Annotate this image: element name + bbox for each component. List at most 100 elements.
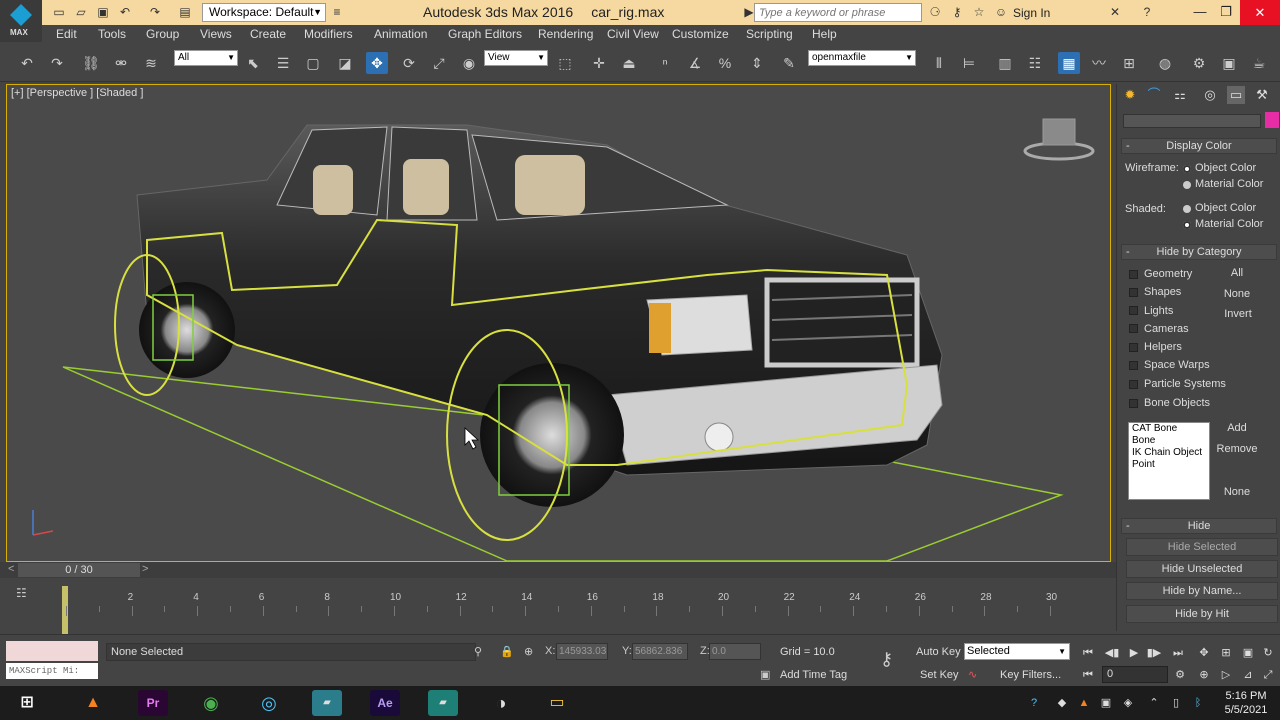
menu-customize[interactable]: Customize (672, 27, 729, 41)
material-editor-icon[interactable]: ◍ (1154, 52, 1176, 74)
render-production-icon[interactable]: ☕ (1248, 52, 1270, 74)
go-to-end-icon[interactable]: ⏭ (1170, 645, 1186, 661)
set-key-button[interactable]: Set Key (920, 669, 959, 681)
3dsmax-taskbar-icon[interactable]: ▰ (312, 690, 342, 716)
track-bar[interactable]: ☷ 2 4 6 8 10 12 14 16 18 20 22 24 26 28 30 (0, 578, 1116, 634)
undo-icon[interactable]: ↶ (118, 5, 132, 19)
display-tab-icon[interactable]: ▭ (1227, 86, 1245, 104)
bluetooth-icon[interactable]: ᛒ (1190, 695, 1206, 711)
rectangular-selection-icon[interactable]: ▢ (302, 52, 324, 74)
zoom-extents-icon[interactable]: ⊞ (1218, 645, 1234, 661)
x-coord-field[interactable]: 145933.03 (556, 643, 608, 660)
hide-rollout[interactable]: - Hide (1121, 518, 1277, 534)
hide-selected-button[interactable]: Hide Selected (1126, 538, 1278, 556)
system-clock[interactable]: 5:16 PM 5/5/2021 (1218, 689, 1274, 717)
current-frame-marker[interactable] (62, 586, 68, 634)
menu-scripting[interactable]: Scripting (746, 27, 793, 41)
time-tag-icon[interactable]: ▣ (760, 668, 770, 681)
y-coord-field[interactable]: 56862.836 (632, 643, 688, 660)
layer-manager-icon[interactable]: ☷ (1024, 52, 1046, 74)
open-file-icon[interactable]: ▱ (74, 5, 88, 19)
maximize-button[interactable]: ❐ (1214, 2, 1238, 22)
maya-icon[interactable]: ▰ (428, 690, 458, 716)
curve-editor-icon[interactable]: 〰 (1088, 52, 1110, 74)
select-and-place-icon[interactable]: ◉ (458, 52, 480, 74)
tray-app2-icon[interactable]: ▣ (1098, 695, 1114, 711)
play-icon[interactable]: ▶ (1126, 645, 1142, 661)
sign-in-link[interactable]: Sign In (1013, 6, 1050, 20)
selection-lock-icon[interactable]: 🔒 (500, 645, 514, 658)
checkbox-space-warps[interactable] (1129, 361, 1138, 370)
hide-by-name-button[interactable]: Hide by Name... (1126, 582, 1278, 600)
time-slider-handle[interactable]: 0 / 30 (18, 563, 140, 577)
quicktime-icon[interactable]: ◎ (254, 690, 284, 716)
pan-view-icon[interactable]: ✥ (1196, 645, 1212, 661)
app-logo[interactable]: MAX (0, 0, 42, 42)
add-button[interactable]: Add (1221, 422, 1253, 434)
battery-icon[interactable]: ▯ (1168, 695, 1184, 711)
checkbox-particle-systems[interactable] (1129, 380, 1138, 389)
hide-unselected-button[interactable]: Hide Unselected (1126, 560, 1278, 578)
file-explorer-icon[interactable]: ▭ (542, 690, 572, 716)
select-manipulate-icon[interactable]: ✛ (588, 52, 610, 74)
viewcube[interactable] (1023, 115, 1095, 166)
invert-button[interactable]: Invert (1217, 308, 1259, 320)
none-button[interactable]: None (1219, 288, 1255, 300)
menu-civil-view[interactable]: Civil View (607, 27, 659, 41)
display-color-rollout[interactable]: - Display Color (1121, 138, 1277, 154)
set-key-icon[interactable]: ⚷ (880, 649, 893, 670)
exchange-icon[interactable]: ✕ (1108, 5, 1122, 19)
minimize-button[interactable]: — (1188, 2, 1212, 22)
user-icon[interactable]: ☺ (994, 5, 1008, 19)
create-tab-icon[interactable]: ✹ (1121, 86, 1139, 104)
help-tray-icon[interactable]: ? (1026, 695, 1042, 711)
remove-button[interactable]: Remove (1215, 443, 1259, 455)
menu-rendering[interactable]: Rendering (538, 27, 593, 41)
zoom-icon[interactable]: ⊕ (1196, 667, 1212, 683)
tray-app-icon[interactable]: ◆ (1054, 695, 1070, 711)
close-button[interactable]: ✕ (1240, 0, 1280, 25)
percent-snap-icon[interactable]: % (714, 52, 736, 74)
keyboard-shortcut-icon[interactable]: ⏏ (618, 52, 640, 74)
object-color-swatch[interactable] (1265, 112, 1279, 128)
menu-animation[interactable]: Animation (374, 27, 427, 41)
menu-create[interactable]: Create (250, 27, 286, 41)
selection-filter-dropdown[interactable]: All ▼ (174, 50, 238, 66)
menu-modifiers[interactable]: Modifiers (304, 27, 353, 41)
select-and-rotate-icon[interactable]: ⟳ (398, 52, 420, 74)
time-slider[interactable]: < 0 / 30 > (0, 562, 1116, 578)
menu-tools[interactable]: Tools (98, 27, 126, 41)
schematic-view-icon[interactable]: ⊞ (1118, 52, 1140, 74)
ribbon-toggle-icon[interactable]: ▦ (1058, 52, 1080, 74)
previous-frame-icon[interactable]: ◀▮ (1104, 645, 1120, 661)
tray-app3-icon[interactable]: ◈ (1120, 695, 1136, 711)
snaps-toggle-icon[interactable]: ⁿ (654, 52, 676, 74)
auto-key-button[interactable]: Auto Key (916, 646, 961, 658)
menu-views[interactable]: Views (200, 27, 232, 41)
shaded-material-color-radio[interactable] (1183, 221, 1191, 229)
windows-start-icon[interactable]: ⊞ (12, 690, 42, 716)
walk-through-icon[interactable]: ⊿ (1240, 667, 1256, 683)
z-coord-field[interactable]: 0.0 (709, 643, 761, 660)
checkbox-shapes[interactable] (1129, 288, 1138, 297)
project-folder-icon[interactable]: ▤ (178, 5, 192, 19)
menu-group[interactable]: Group (146, 27, 179, 41)
help-icon[interactable]: ? (1140, 5, 1154, 19)
zoom-region-icon[interactable]: ⤢ (1260, 667, 1276, 683)
hide-by-category-rollout[interactable]: - Hide by Category (1121, 244, 1277, 260)
checkbox-bone-objects[interactable] (1129, 399, 1138, 408)
tray-chevron-icon[interactable]: ⌃ (1146, 695, 1162, 711)
save-file-icon[interactable]: ▣ (96, 5, 110, 19)
select-and-scale-icon[interactable]: ⤢ (428, 52, 450, 74)
workspace-dropdown[interactable]: Workspace: Default ▼ (202, 3, 326, 22)
all-button[interactable]: All (1225, 267, 1249, 279)
wireframe-material-color-radio[interactable] (1183, 181, 1191, 189)
key-mode-dropdown[interactable]: Selected ▼ (964, 643, 1070, 660)
hierarchy-tab-icon[interactable]: ⚏ (1171, 86, 1189, 104)
key-mode-toggle-icon[interactable]: ⏮ (1080, 667, 1096, 683)
category-list[interactable]: CAT Bone Bone IK Chain Object Point (1128, 422, 1210, 500)
checkbox-lights[interactable] (1129, 306, 1138, 315)
perspective-viewport[interactable]: [+] [Perspective ] [Shaded ] (6, 84, 1111, 562)
vlc-icon[interactable]: ▲ (78, 690, 108, 716)
utilities-tab-icon[interactable]: ⚒ (1253, 86, 1271, 104)
